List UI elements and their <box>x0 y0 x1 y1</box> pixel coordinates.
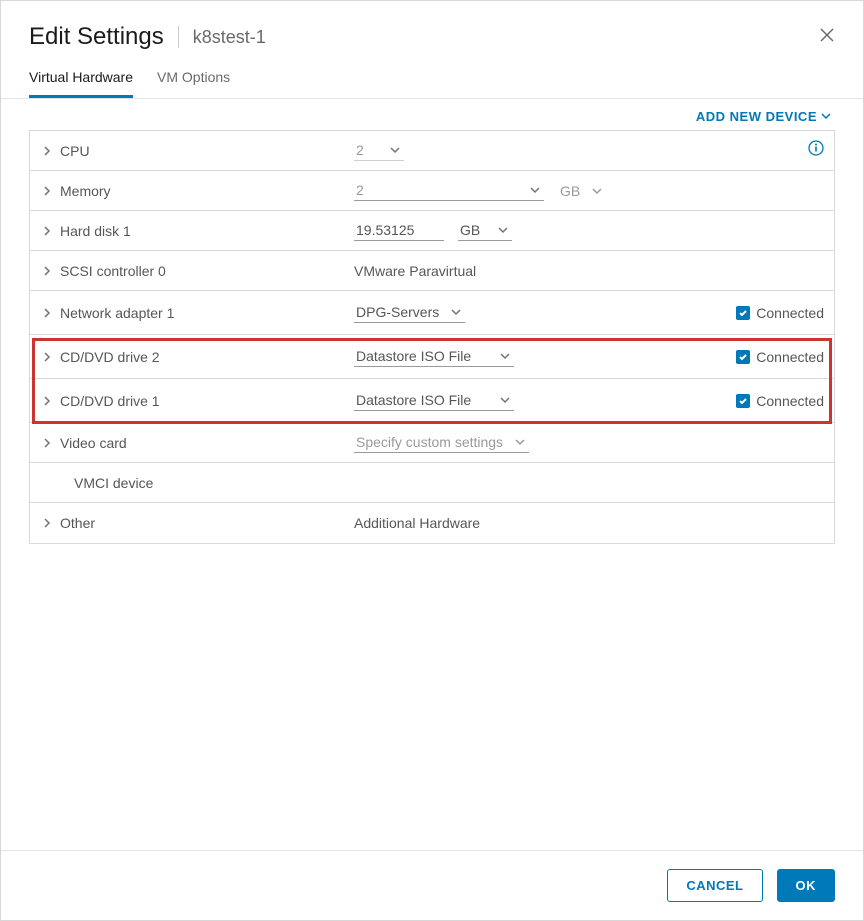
row-scsi-0: SCSI controller 0 VMware Paravirtual <box>30 251 834 291</box>
video-value: Specify custom settings <box>356 434 503 450</box>
label-vmci: VMCI device <box>54 475 354 491</box>
cd2-select[interactable]: Datastore ISO File <box>354 346 514 367</box>
edit-settings-dialog: Edit Settings k8stest-1 Virtual Hardware… <box>0 0 864 921</box>
cd2-connected-label: Connected <box>756 349 824 365</box>
cpu-count-value: 2 <box>356 142 364 158</box>
disk1-size-input[interactable] <box>354 220 444 241</box>
chevron-down-icon <box>390 142 400 158</box>
cancel-button[interactable]: CANCEL <box>667 869 762 902</box>
tab-vm-options[interactable]: VM Options <box>157 69 230 98</box>
expand-cd1[interactable] <box>40 396 54 406</box>
close-icon[interactable] <box>819 27 835 48</box>
row-cd-dvd-drive-2: CD/DVD drive 2 Datastore ISO File Connec… <box>30 335 834 379</box>
info-icon[interactable] <box>808 140 824 161</box>
expand-scsi0[interactable] <box>40 266 54 276</box>
label-cpu: CPU <box>54 143 354 159</box>
net1-value: DPG-Servers <box>356 304 439 320</box>
row-cpu: CPU 2 <box>30 131 834 171</box>
row-hard-disk-1: Hard disk 1 GB <box>30 211 834 251</box>
dialog-subtitle: k8stest-1 <box>193 27 266 48</box>
title-divider <box>178 26 179 48</box>
chevron-down-icon <box>821 109 831 124</box>
chevron-down-icon <box>592 183 602 199</box>
add-new-device-label: ADD NEW DEVICE <box>696 109 817 124</box>
net1-connected-checkbox[interactable] <box>736 306 750 320</box>
expand-other[interactable] <box>40 518 54 528</box>
net1-connected-label: Connected <box>756 305 824 321</box>
chevron-down-icon <box>500 348 510 364</box>
hardware-grid: CPU 2 Memory 2 GB <box>29 130 835 544</box>
cd1-value: Datastore ISO File <box>356 392 471 408</box>
other-value: Additional Hardware <box>354 515 480 531</box>
dialog-header: Edit Settings k8stest-1 <box>1 1 863 69</box>
label-disk1: Hard disk 1 <box>54 223 354 239</box>
spacer <box>1 544 863 850</box>
label-net1: Network adapter 1 <box>54 305 354 321</box>
label-video: Video card <box>54 435 354 451</box>
expand-disk1[interactable] <box>40 226 54 236</box>
expand-net1[interactable] <box>40 308 54 318</box>
label-other: Other <box>54 515 354 531</box>
tab-virtual-hardware[interactable]: Virtual Hardware <box>29 69 133 98</box>
cd1-connected-label: Connected <box>756 393 824 409</box>
net1-select[interactable]: DPG-Servers <box>354 302 465 323</box>
cd2-connected-checkbox[interactable] <box>736 350 750 364</box>
chevron-down-icon <box>515 434 525 450</box>
expand-cpu[interactable] <box>40 146 54 156</box>
chevron-down-icon <box>451 304 461 320</box>
chevron-down-icon <box>530 182 540 198</box>
cd1-connected-checkbox[interactable] <box>736 394 750 408</box>
label-scsi0: SCSI controller 0 <box>54 263 354 279</box>
expand-video[interactable] <box>40 438 54 448</box>
video-select[interactable]: Specify custom settings <box>354 432 529 453</box>
row-video-card: Video card Specify custom settings <box>30 423 834 463</box>
chevron-down-icon <box>500 392 510 408</box>
expand-memory[interactable] <box>40 186 54 196</box>
cd2-value: Datastore ISO File <box>356 348 471 364</box>
toolbar: ADD NEW DEVICE <box>1 99 863 130</box>
add-new-device-button[interactable]: ADD NEW DEVICE <box>696 109 831 124</box>
row-vmci-device: VMCI device <box>30 463 834 503</box>
ok-button[interactable]: OK <box>777 869 836 902</box>
expand-cd2[interactable] <box>40 352 54 362</box>
dialog-title: Edit Settings <box>29 23 164 51</box>
row-memory: Memory 2 GB <box>30 171 834 211</box>
memory-unit-select[interactable]: GB <box>558 181 606 201</box>
cd1-select[interactable]: Datastore ISO File <box>354 390 514 411</box>
row-network-adapter-1: Network adapter 1 DPG-Servers Connected <box>30 291 834 335</box>
memory-value: 2 <box>356 182 364 198</box>
label-cd1: CD/DVD drive 1 <box>54 393 354 409</box>
tabs: Virtual Hardware VM Options <box>1 69 863 99</box>
disk1-unit-select[interactable]: GB <box>458 220 512 241</box>
chevron-down-icon <box>498 222 508 238</box>
memory-value-select[interactable]: 2 <box>354 180 544 201</box>
scsi0-value: VMware Paravirtual <box>354 263 476 279</box>
memory-unit: GB <box>560 183 580 199</box>
row-other: Other Additional Hardware <box>30 503 834 543</box>
cpu-count-select[interactable]: 2 <box>354 140 404 161</box>
disk1-unit: GB <box>460 222 480 238</box>
label-memory: Memory <box>54 183 354 199</box>
dialog-footer: CANCEL OK <box>1 850 863 920</box>
row-cd-dvd-drive-1: CD/DVD drive 1 Datastore ISO File Connec… <box>30 379 834 423</box>
label-cd2: CD/DVD drive 2 <box>54 349 354 365</box>
